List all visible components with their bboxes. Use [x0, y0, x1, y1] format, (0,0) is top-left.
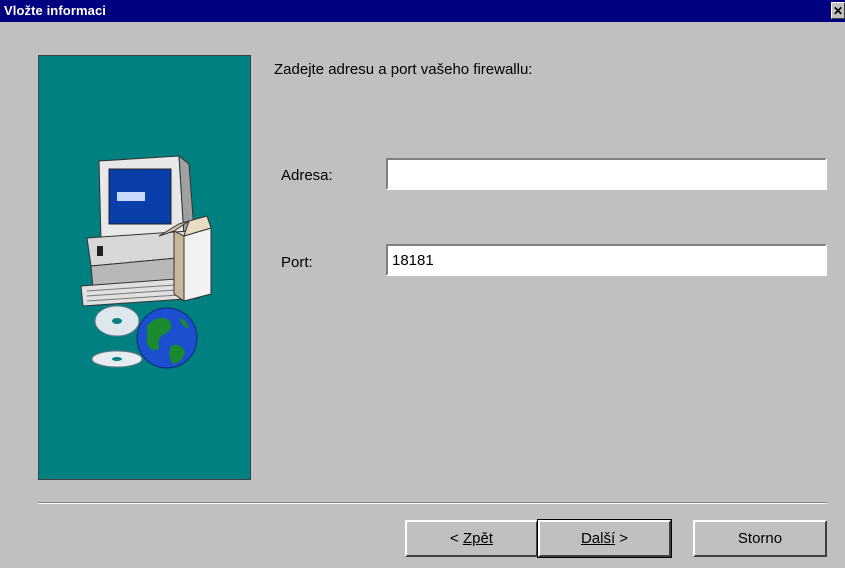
- next-suffix: >: [615, 530, 629, 547]
- next-button[interactable]: Další >: [537, 519, 672, 558]
- window-title: Vložte informaci: [4, 3, 107, 18]
- cd-icon: [91, 305, 143, 368]
- cancel-button[interactable]: Storno: [693, 520, 827, 557]
- illustration-panel: [38, 55, 251, 480]
- globe-icon: [136, 307, 198, 369]
- back-prefix: <: [450, 530, 463, 547]
- port-label: Port:: [281, 254, 313, 271]
- address-input[interactable]: [386, 158, 827, 190]
- title-bar: Vložte informaci ✕: [0, 0, 845, 22]
- port-input[interactable]: [386, 244, 827, 276]
- next-label: Další: [580, 530, 616, 547]
- back-button[interactable]: < Zpět: [405, 520, 538, 557]
- divider: [38, 502, 827, 504]
- instruction-heading: Zadejte adresu a port vašeho firewallu:: [274, 61, 533, 78]
- address-label: Adresa:: [281, 167, 333, 184]
- close-icon[interactable]: ✕: [831, 2, 845, 19]
- back-label: Zpět: [462, 530, 493, 547]
